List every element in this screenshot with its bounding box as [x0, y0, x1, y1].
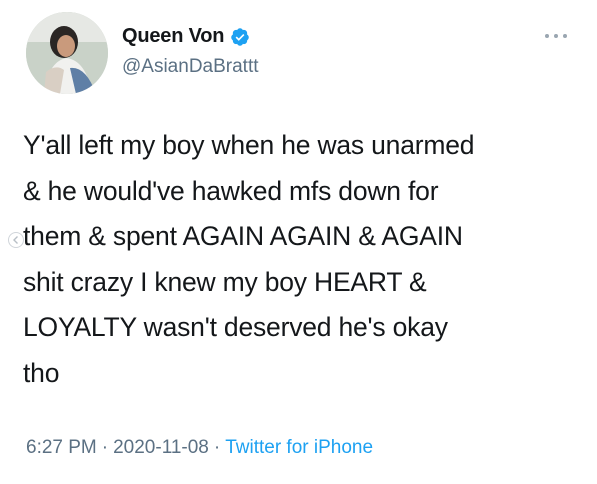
tweet-date[interactable]: 2020-11-08 — [113, 437, 209, 459]
tweet-line: LOYALTY wasn't deserved he's okay — [23, 312, 448, 342]
chevron-left-icon[interactable] — [8, 232, 24, 248]
meta-separator: · — [213, 437, 221, 458]
tweet-meta: 6:27 PM · 2020-11-08 · Twitter for iPhon… — [26, 437, 373, 459]
display-name[interactable]: Queen Von — [122, 25, 224, 48]
name-row: Queen Von — [122, 25, 250, 48]
tweet-line: them & spent AGAIN AGAIN & AGAIN — [23, 221, 463, 251]
more-options-icon[interactable] — [545, 32, 567, 40]
tweet-text: Y'all left my boy when he was unarmed & … — [23, 123, 578, 396]
avatar[interactable] — [26, 12, 108, 94]
tweet-card: Queen Von @AsianDaBrattt Y'all left my b… — [0, 0, 597, 484]
meta-separator: · — [101, 437, 109, 458]
user-handle[interactable]: @AsianDaBrattt — [122, 56, 259, 78]
profile-photo-icon — [26, 12, 108, 94]
tweet-line: tho — [23, 357, 60, 388]
tweet-line: Y'all left my boy when he was unarmed — [23, 130, 475, 160]
tweet-line: & he would've hawked mfs down for — [23, 175, 439, 206]
verified-badge-icon — [230, 27, 250, 47]
tweet-source-link[interactable]: Twitter for iPhone — [225, 437, 373, 459]
tweet-time[interactable]: 6:27 PM — [26, 437, 97, 459]
tweet-line: shit crazy I knew my boy HEART & — [23, 266, 427, 297]
